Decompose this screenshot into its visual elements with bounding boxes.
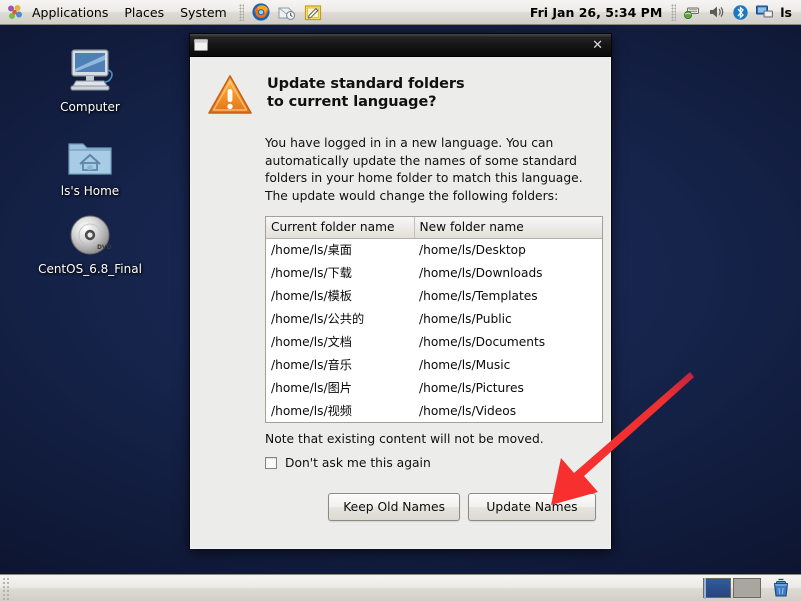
- update-folders-dialog: ✕ Update standard folders to current lan…: [189, 33, 612, 549]
- cell-current-folder: /home/ls/视频: [271, 404, 352, 418]
- bluetooth-icon[interactable]: [729, 1, 751, 23]
- home-folder-icon: [67, 128, 113, 180]
- panel-separator: [238, 3, 244, 21]
- trash-icon[interactable]: [767, 577, 795, 599]
- menu-places[interactable]: Places: [117, 2, 171, 23]
- desktop-icon-label: Computer: [60, 100, 120, 114]
- table-row[interactable]: /home/ls/模板/home/ls/Templates: [266, 285, 602, 308]
- note-text: Note that existing content will not be m…: [265, 432, 544, 446]
- desktop-icon-label: CentOS_6.8_Final: [38, 262, 142, 276]
- dont-ask-again-label: Don't ask me this again: [285, 456, 431, 470]
- table-row[interactable]: /home/ls/公共的/home/ls/Public: [266, 308, 602, 331]
- column-header-current[interactable]: Current folder name: [266, 217, 415, 239]
- dialog-button-row: Keep Old Names Update Names: [328, 493, 596, 521]
- close-icon[interactable]: ✕: [589, 39, 606, 52]
- table-row[interactable]: /home/ls/视频/home/ls/Videos: [266, 400, 602, 422]
- keep-old-names-button[interactable]: Keep Old Names: [328, 493, 460, 521]
- workspace-1[interactable]: [703, 578, 731, 599]
- cell-current-folder: /home/ls/下载: [271, 266, 352, 280]
- column-header-new[interactable]: New folder name: [414, 217, 602, 239]
- desktop-icon-computer[interactable]: Computer: [36, 44, 144, 114]
- cell-new-folder: /home/ls/Music: [419, 358, 511, 372]
- warning-triangle-icon: [207, 71, 255, 120]
- cell-current-folder: /home/ls/桌面: [271, 243, 352, 257]
- table-header-row: Current folder name New folder name: [266, 217, 602, 239]
- dont-ask-again-checkbox[interactable]: [265, 457, 277, 469]
- table-row[interactable]: /home/ls/文档/home/ls/Documents: [266, 331, 602, 354]
- computer-icon: [65, 44, 115, 96]
- cell-current-folder: /home/ls/音乐: [271, 358, 352, 372]
- tray-separator: [671, 3, 677, 21]
- cell-new-folder: /home/ls/Downloads: [419, 266, 543, 280]
- dont-ask-again-row[interactable]: Don't ask me this again: [265, 456, 594, 470]
- desktop-icon-label: ls's Home: [60, 184, 120, 198]
- user-menu[interactable]: ls: [776, 3, 798, 22]
- window-menu-icon[interactable]: [194, 36, 208, 55]
- firefox-launcher-icon[interactable]: [249, 1, 273, 23]
- update-names-button[interactable]: Update Names: [468, 493, 596, 521]
- panel-grip-handle[interactable]: [2, 576, 11, 600]
- evolution-mail-launcher-icon[interactable]: [275, 1, 299, 23]
- display-icon[interactable]: [753, 1, 775, 23]
- dialog-heading-line1: Update standard folders: [267, 76, 465, 92]
- top-panel: Applications Places System Fri Jan 26, 5…: [0, 0, 801, 25]
- cell-current-folder: /home/ls/文档: [271, 335, 352, 349]
- desktop-icon-dvd[interactable]: DVD CentOS_6.8_Final: [36, 206, 144, 276]
- table-row[interactable]: /home/ls/下载/home/ls/Downloads: [266, 262, 602, 285]
- cell-current-folder: /home/ls/公共的: [271, 312, 365, 326]
- cell-current-folder: /home/ls/模板: [271, 289, 352, 303]
- cell-new-folder: /home/ls/Videos: [419, 404, 517, 418]
- cell-new-folder: /home/ls/Pictures: [419, 381, 524, 395]
- cell-new-folder: /home/ls/Public: [419, 312, 512, 326]
- cell-current-folder: /home/ls/图片: [271, 381, 352, 395]
- centos-foot-icon[interactable]: [6, 4, 23, 21]
- svg-text:DVD: DVD: [97, 244, 112, 251]
- desktop-icon-home[interactable]: ls's Home: [36, 128, 144, 198]
- clock[interactable]: Fri Jan 26, 5:34 PM: [525, 3, 667, 22]
- cell-new-folder: /home/ls/Documents: [419, 335, 546, 349]
- dialog-body-text: You have logged in in a new language. Yo…: [265, 136, 583, 203]
- dvd-disc-icon: DVD: [66, 206, 114, 258]
- dialog-titlebar[interactable]: ✕: [190, 34, 611, 57]
- table-row[interactable]: /home/ls/音乐/home/ls/Music: [266, 354, 602, 377]
- text-editor-launcher-icon[interactable]: [301, 1, 325, 23]
- workspace-switcher[interactable]: [703, 578, 761, 599]
- volume-icon[interactable]: [705, 1, 727, 23]
- dialog-heading-line2: to current language?: [267, 94, 437, 110]
- workspace-2[interactable]: [733, 578, 761, 598]
- cell-new-folder: /home/ls/Desktop: [419, 243, 526, 257]
- bottom-panel: [0, 574, 801, 601]
- dialog-heading: Update standard folders to current langu…: [267, 71, 465, 111]
- menu-applications[interactable]: Applications: [25, 2, 115, 23]
- dialog-body: Update standard folders to current langu…: [190, 57, 611, 549]
- folder-names-table[interactable]: Current folder name New folder name /hom…: [265, 216, 603, 423]
- table-row[interactable]: /home/ls/桌面/home/ls/Desktop: [266, 239, 602, 263]
- network-icon[interactable]: [681, 1, 703, 23]
- menu-system[interactable]: System: [173, 2, 234, 23]
- table-row[interactable]: /home/ls/图片/home/ls/Pictures: [266, 377, 602, 400]
- cell-new-folder: /home/ls/Templates: [419, 289, 538, 303]
